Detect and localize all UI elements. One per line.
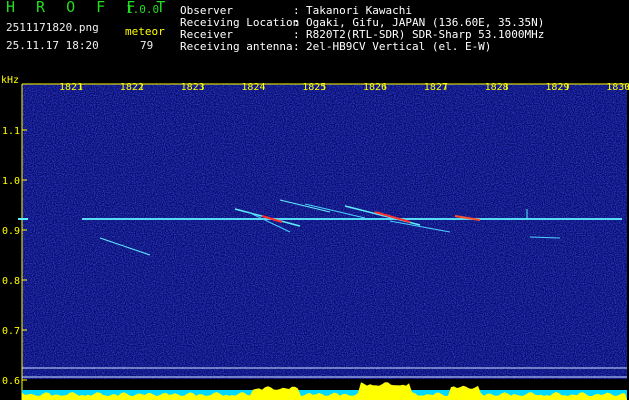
freq-tick-label: 0.9	[2, 226, 20, 237]
time-tick-label: 1821	[59, 82, 83, 93]
meteor-count: 79	[140, 39, 154, 52]
app-version: 1.0.0	[126, 3, 160, 16]
time-tick-label: 1825	[302, 82, 326, 93]
freq-tick-label: 1.0	[2, 176, 20, 187]
time-tick-label: 1827	[424, 82, 448, 93]
time-tick-label: 1823	[181, 82, 205, 93]
time-tick-label: 1826	[363, 82, 387, 93]
noise-texture	[22, 84, 627, 379]
freq-tick-label: 1.1	[2, 126, 20, 137]
freq-tick-label: 0.8	[2, 276, 20, 287]
datetime: 25.11.17 18:20	[6, 39, 99, 52]
time-tick-label: 1824	[241, 82, 265, 93]
time-tick-label: 1830	[606, 82, 629, 93]
unit-label: kHz	[1, 75, 19, 86]
info-label-antenna: Receiving antenna	[180, 40, 293, 53]
info-value-antenna: 2el-HB9CV Vertical (el. E-W)	[306, 40, 492, 53]
meteor-label: meteor	[125, 25, 165, 38]
filename: 2511171820.png	[6, 21, 99, 34]
header-panel: H R O F F T 1.0.0 2511171820.png meteor …	[0, 0, 629, 72]
spectrogram: 1821 1822 1823 1824 1825 1826 1827 1828 1829 1830…	[0, 72, 629, 400]
time-tick-label: 1828	[485, 82, 509, 93]
info-sep-antenna: :	[293, 40, 300, 53]
freq-tick-label: 0.6	[2, 376, 20, 387]
time-tick-label: 1829	[545, 82, 569, 93]
freq-tick-label: 0.7	[2, 326, 20, 337]
time-tick-label: 1822	[120, 82, 144, 93]
